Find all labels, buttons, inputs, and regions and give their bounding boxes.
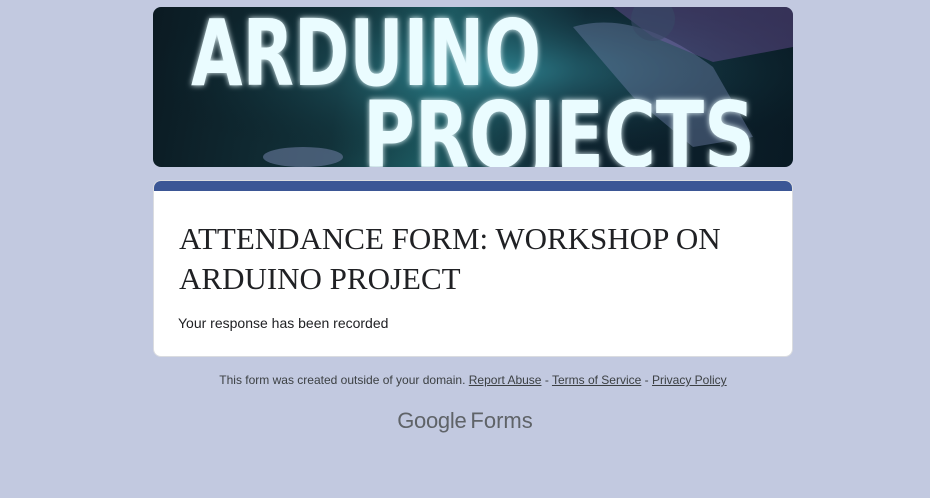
banner-title-line2: PROJECTS: [363, 82, 755, 167]
card-accent-bar: [154, 181, 792, 191]
robot-finger-shape: [263, 147, 343, 167]
forms-wordmark: Forms: [470, 408, 533, 433]
google-wordmark: Google: [397, 408, 467, 433]
form-title: ATTENDANCE FORM: WORKSHOP ON ARDUINO PRO…: [179, 221, 721, 296]
google-forms-logo[interactable]: Google Forms: [0, 408, 930, 434]
footer-separator: -: [544, 373, 549, 387]
privacy-policy-link[interactable]: Privacy Policy: [652, 373, 727, 387]
domain-notice-text: This form was created outside of your do…: [219, 373, 466, 387]
terms-of-service-link[interactable]: Terms of Service: [552, 373, 641, 387]
footer-separator: -: [644, 373, 649, 387]
report-abuse-link[interactable]: Report Abuse: [469, 373, 542, 387]
banner-graphic: ARDUINO PROJECTS: [153, 7, 793, 167]
confirmation-card: ATTENDANCE FORM: WORKSHOP ON ARDUINO PRO…: [153, 180, 793, 357]
response-message: Your response has been recorded: [178, 315, 389, 331]
footer-notice: This form was created outside of your do…: [153, 373, 793, 387]
header-banner-image: ARDUINO PROJECTS: [153, 7, 793, 167]
